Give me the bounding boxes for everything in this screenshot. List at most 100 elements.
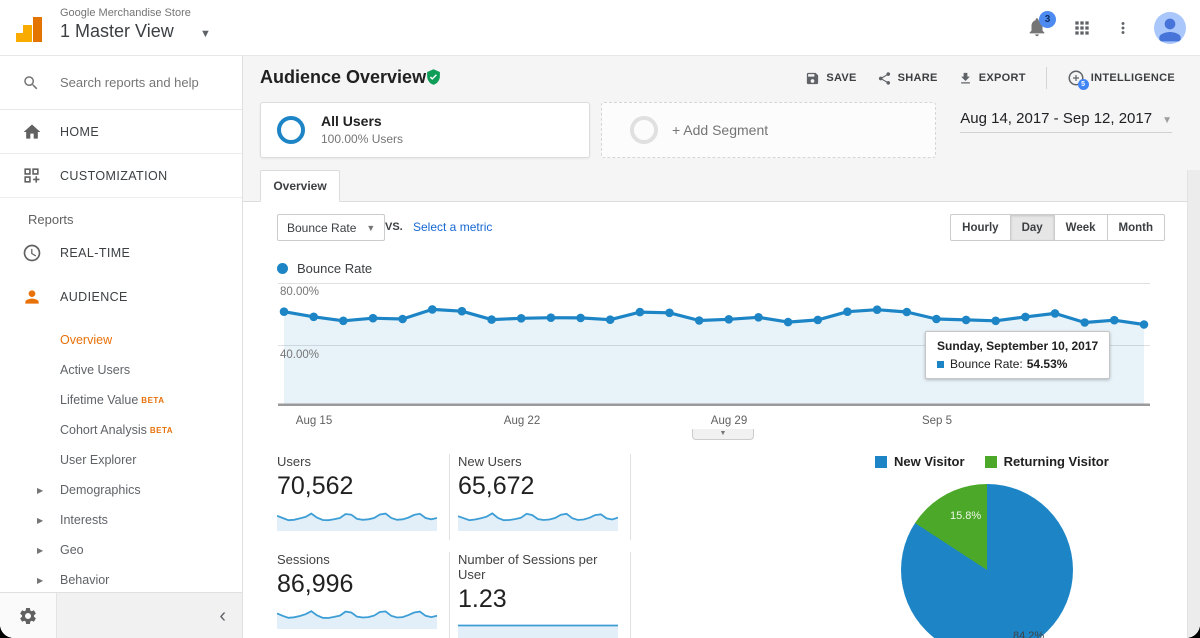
legend-dot-icon <box>277 263 288 274</box>
bounce-rate-line-chart[interactable]: 80.00% 40.00% Aug 15 Aug 22 Aug 29 Sep 5… <box>278 283 1150 441</box>
share-button[interactable]: SHARE <box>877 71 938 86</box>
expand-arrow-icon: ▶ <box>37 546 43 555</box>
expand-arrow-icon: ▶ <box>37 486 43 495</box>
metric-label: New Users <box>458 454 620 469</box>
metric-selector-dropdown[interactable]: Bounce Rate▼ <box>277 214 385 241</box>
tooltip-date: Sunday, September 10, 2017 <box>937 339 1098 353</box>
pie-legend-new-visitor: New Visitor <box>875 454 965 469</box>
notification-badge: 3 <box>1039 11 1056 28</box>
analytics-app: Google Merchandise Store 1 Master View ▼… <box>0 0 1200 638</box>
sidebar-item-label: HOME <box>60 125 99 139</box>
chevron-down-icon: ▼ <box>366 223 375 233</box>
metric-value: 70,562 <box>277 472 439 501</box>
search-reports[interactable]: Search reports and help <box>0 56 242 110</box>
tab-bar: Overview <box>243 170 1200 202</box>
granularity-day-button[interactable]: Day <box>1011 214 1055 241</box>
vs-label: vs. <box>385 221 403 233</box>
search-icon <box>22 74 40 92</box>
actions-divider <box>1046 67 1047 89</box>
kebab-menu-icon[interactable] <box>1114 19 1132 37</box>
intelligence-button[interactable]: 5 INTELLIGENCE <box>1067 69 1175 87</box>
account-caret-icon[interactable]: ▼ <box>200 28 211 40</box>
export-button[interactable]: EXPORT <box>958 71 1026 86</box>
save-button[interactable]: SAVE <box>805 71 856 86</box>
main-content: Audience Overview SAVE SHARE EXPORT <box>243 56 1200 638</box>
sparkline <box>277 603 439 629</box>
sidebar-item-active-users[interactable]: Active Users <box>0 355 242 385</box>
customization-icon <box>22 166 42 185</box>
clock-icon <box>22 243 42 263</box>
add-segment-button[interactable]: + Add Segment <box>601 102 936 158</box>
account-name: Google Merchandise Store <box>60 7 191 19</box>
home-icon <box>22 122 42 142</box>
pie-legend: New Visitor Returning Visitor <box>875 454 1109 469</box>
user-avatar[interactable] <box>1154 12 1186 44</box>
sidebar-item-user-explorer[interactable]: User Explorer <box>0 445 242 475</box>
granularity-hourly-button[interactable]: Hourly <box>950 214 1010 241</box>
metric-value: 86,996 <box>277 570 439 599</box>
expand-arrow-icon: ▶ <box>37 576 43 585</box>
pie-legend-returning-visitor: Returning Visitor <box>985 454 1109 469</box>
sidebar-item-geo[interactable]: ▶Geo <box>0 535 242 565</box>
sidebar-item-label: CUSTOMIZATION <box>60 169 168 183</box>
select-metric-link[interactable]: Select a metric <box>413 220 492 234</box>
account-switcher[interactable]: Google Merchandise Store 1 Master View <box>60 7 191 42</box>
metric-card-users[interactable]: Users 70,562 <box>277 454 450 540</box>
audience-subnav: Overview Active Users Lifetime ValueBETA… <box>0 325 242 595</box>
chart-legend: Bounce Rate <box>277 261 372 276</box>
metric-label: Users <box>277 454 439 469</box>
sidebar-item-behavior[interactable]: ▶Behavior <box>0 565 242 595</box>
save-icon <box>805 71 820 86</box>
search-placeholder: Search reports and help <box>60 75 199 90</box>
granularity-month-button[interactable]: Month <box>1108 214 1165 241</box>
metric-card-new-users[interactable]: New Users 65,672 <box>458 454 631 540</box>
sparkline <box>277 505 439 531</box>
export-download-icon <box>958 71 973 86</box>
reports-section-label: Reports <box>28 212 242 227</box>
top-bar: Google Merchandise Store 1 Master View ▼… <box>0 0 1200 56</box>
apps-grid-icon[interactable] <box>1072 18 1092 38</box>
segment-ring-icon <box>277 116 305 144</box>
view-name: 1 Master View <box>60 21 191 42</box>
sidebar: Search reports and help HOME CUSTOMIZATI… <box>0 56 243 638</box>
intelligence-icon: 5 <box>1067 69 1085 87</box>
segment-all-users[interactable]: All Users 100.00% Users <box>260 102 590 158</box>
date-range-picker[interactable]: Aug 14, 2017 - Sep 12, 2017▼ <box>960 110 1172 133</box>
y-tick: 40.00% <box>280 349 319 361</box>
admin-settings-button[interactable] <box>0 593 57 638</box>
verified-shield-icon <box>425 68 442 86</box>
date-caret-icon: ▼ <box>1162 115 1172 126</box>
tab-overview[interactable]: Overview <box>260 170 340 202</box>
sidebar-item-demographics[interactable]: ▶Demographics <box>0 475 242 505</box>
chart-tooltip: Sunday, September 10, 2017 Bounce Rate: … <box>925 331 1110 379</box>
tooltip-value: 54.53% <box>1027 357 1068 371</box>
sidebar-item-label: REAL-TIME <box>60 246 130 260</box>
collapse-sidebar-button[interactable]: ‹ <box>219 605 226 628</box>
metric-card-sessions-per-user[interactable]: Number of Sessions per User 1.23 <box>458 552 631 638</box>
granularity-week-button[interactable]: Week <box>1055 214 1108 241</box>
metric-value: 1.23 <box>458 585 620 614</box>
metric-label: Sessions <box>277 552 439 567</box>
sidebar-item-lifetime-value[interactable]: Lifetime ValueBETA <box>0 385 242 415</box>
granularity-toggle: Hourly Day Week Month <box>950 214 1165 241</box>
sidebar-item-cohort-analysis[interactable]: Cohort AnalysisBETA <box>0 415 242 445</box>
sidebar-item-home[interactable]: HOME <box>0 110 242 154</box>
x-tick: Aug 29 <box>711 415 747 427</box>
x-tick: Aug 22 <box>504 415 540 427</box>
intelligence-badge: 5 <box>1078 79 1089 90</box>
report-header: Audience Overview SAVE SHARE EXPORT <box>243 56 1200 100</box>
sidebar-item-realtime[interactable]: REAL-TIME <box>0 231 242 275</box>
notifications-button[interactable]: 3 <box>1026 16 1050 40</box>
chart-collapse-handle[interactable]: ▼ <box>692 429 754 440</box>
sidebar-item-customization[interactable]: CUSTOMIZATION <box>0 154 242 198</box>
vertical-scrollbar[interactable] <box>1187 170 1200 638</box>
legend-swatch-blue <box>875 456 887 468</box>
metric-card-sessions[interactable]: Sessions 86,996 <box>277 552 450 638</box>
sidebar-item-audience[interactable]: AUDIENCE <box>0 275 242 319</box>
google-analytics-logo-icon[interactable] <box>16 12 48 44</box>
sidebar-item-interests[interactable]: ▶Interests <box>0 505 242 535</box>
sidebar-item-label: AUDIENCE <box>60 290 128 304</box>
tooltip-metric: Bounce Rate: <box>950 357 1023 371</box>
sidebar-item-overview[interactable]: Overview <box>0 325 242 355</box>
person-icon <box>1154 12 1186 44</box>
